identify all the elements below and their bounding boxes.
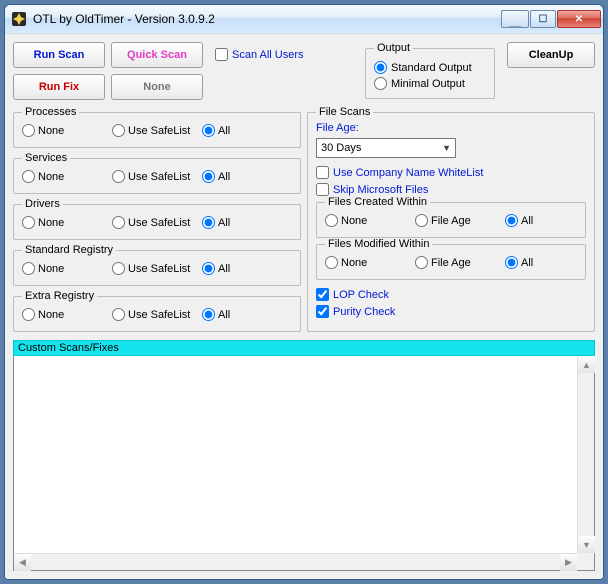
skip-microsoft-checkbox[interactable]: Skip Microsoft Files [316, 183, 586, 196]
file-age-value: 30 Days [321, 142, 361, 154]
processes-group: Processes None Use SafeList All [13, 106, 301, 148]
custom-scans-textarea[interactable]: ▲ ▼ ◀ ▶ [13, 356, 595, 571]
standard-registry-group: Standard Registry None Use SafeList All [13, 244, 301, 286]
run-fix-button[interactable]: Run Fix [13, 74, 105, 100]
scroll-right-icon[interactable]: ▶ [560, 554, 577, 571]
output-standard-label: Standard Output [391, 62, 472, 74]
output-minimal-label: Minimal Output [391, 78, 465, 90]
close-button[interactable]: ✕ [557, 10, 601, 28]
window-title: OTL by OldTimer - Version 3.0.9.2 [33, 12, 500, 26]
extreg-all-radio[interactable]: All [202, 308, 230, 321]
files-modified-group: Files Modified Within None File Age All [316, 238, 586, 280]
drivers-all-radio[interactable]: All [202, 216, 230, 229]
purity-check-checkbox[interactable]: Purity Check [316, 305, 586, 318]
cleanup-button[interactable]: CleanUp [507, 42, 595, 68]
top-toolbar: Run Scan Quick Scan Run Fix None Scan Al… [13, 42, 595, 100]
drivers-none-radio[interactable]: None [22, 216, 112, 229]
services-safelist-radio[interactable]: Use SafeList [112, 170, 202, 183]
created-all-radio[interactable]: All [505, 214, 533, 227]
main-columns: Processes None Use SafeList All Services… [13, 106, 595, 332]
stdreg-all-radio[interactable]: All [202, 262, 230, 275]
created-fileage-radio[interactable]: File Age [415, 214, 505, 227]
left-column: Processes None Use SafeList All Services… [13, 106, 301, 332]
drivers-safelist-radio[interactable]: Use SafeList [112, 216, 202, 229]
output-group: Output Standard Output Minimal Output [365, 42, 495, 99]
quick-scan-button[interactable]: Quick Scan [111, 42, 203, 68]
output-standard-radio[interactable]: Standard Output [374, 61, 486, 74]
scan-all-users-checkbox[interactable]: Scan All Users [215, 48, 304, 61]
whitelist-checkbox[interactable]: Use Company Name WhiteList [316, 166, 586, 179]
files-created-group: Files Created Within None File Age All [316, 196, 586, 238]
extra-registry-group: Extra Registry None Use SafeList All [13, 290, 301, 332]
horizontal-scrollbar[interactable]: ◀ ▶ [14, 553, 577, 570]
app-window: OTL by OldTimer - Version 3.0.9.2 __ ☐ ✕… [4, 4, 604, 580]
lop-check-checkbox[interactable]: LOP Check [316, 288, 586, 301]
modified-none-radio[interactable]: None [325, 256, 415, 269]
services-group: Services None Use SafeList All [13, 152, 301, 194]
output-minimal-radio[interactable]: Minimal Output [374, 77, 486, 90]
output-standard-input[interactable] [374, 61, 387, 74]
output-legend: Output [374, 42, 413, 54]
output-minimal-input[interactable] [374, 77, 387, 90]
stdreg-safelist-radio[interactable]: Use SafeList [112, 262, 202, 275]
processes-all-radio[interactable]: All [202, 124, 230, 137]
scroll-left-icon[interactable]: ◀ [14, 554, 31, 571]
processes-legend: Processes [22, 106, 79, 118]
titlebar[interactable]: OTL by OldTimer - Version 3.0.9.2 __ ☐ ✕ [5, 5, 603, 33]
file-scans-group: File Scans File Age: 30 Days ▼ Use Compa… [307, 106, 595, 332]
extra-registry-legend: Extra Registry [22, 290, 97, 302]
drivers-group: Drivers None Use SafeList All [13, 198, 301, 240]
processes-none-radio[interactable]: None [22, 124, 112, 137]
stdreg-none-radio[interactable]: None [22, 262, 112, 275]
window-body: Run Scan Quick Scan Run Fix None Scan Al… [5, 33, 603, 579]
window-controls: __ ☐ ✕ [500, 10, 601, 28]
right-column: File Scans File Age: 30 Days ▼ Use Compa… [307, 106, 595, 332]
drivers-legend: Drivers [22, 198, 63, 210]
vertical-scrollbar[interactable]: ▲ ▼ [577, 356, 594, 553]
files-modified-legend: Files Modified Within [325, 238, 432, 250]
modified-fileage-radio[interactable]: File Age [415, 256, 505, 269]
services-none-radio[interactable]: None [22, 170, 112, 183]
services-all-radio[interactable]: All [202, 170, 230, 183]
created-none-radio[interactable]: None [325, 214, 415, 227]
file-age-select[interactable]: 30 Days ▼ [316, 138, 456, 158]
custom-scans-header: Custom Scans/Fixes [13, 340, 595, 356]
files-created-legend: Files Created Within [325, 196, 430, 208]
standard-registry-legend: Standard Registry [22, 244, 116, 256]
maximize-button[interactable]: ☐ [530, 10, 556, 28]
scan-all-users-label: Scan All Users [232, 49, 304, 61]
scroll-corner [577, 553, 594, 570]
processes-safelist-radio[interactable]: Use SafeList [112, 124, 202, 137]
extreg-none-radio[interactable]: None [22, 308, 112, 321]
none-button[interactable]: None [111, 74, 203, 100]
file-age-label: File Age: [316, 122, 586, 134]
minimize-button[interactable]: __ [501, 10, 529, 28]
modified-all-radio[interactable]: All [505, 256, 533, 269]
scan-all-users-input[interactable] [215, 48, 228, 61]
scroll-up-icon[interactable]: ▲ [578, 356, 595, 373]
file-scans-legend: File Scans [316, 106, 373, 118]
app-icon [11, 11, 27, 27]
services-legend: Services [22, 152, 70, 164]
extreg-safelist-radio[interactable]: Use SafeList [112, 308, 202, 321]
scroll-down-icon[interactable]: ▼ [578, 536, 595, 553]
chevron-down-icon: ▼ [442, 143, 451, 153]
run-scan-button[interactable]: Run Scan [13, 42, 105, 68]
